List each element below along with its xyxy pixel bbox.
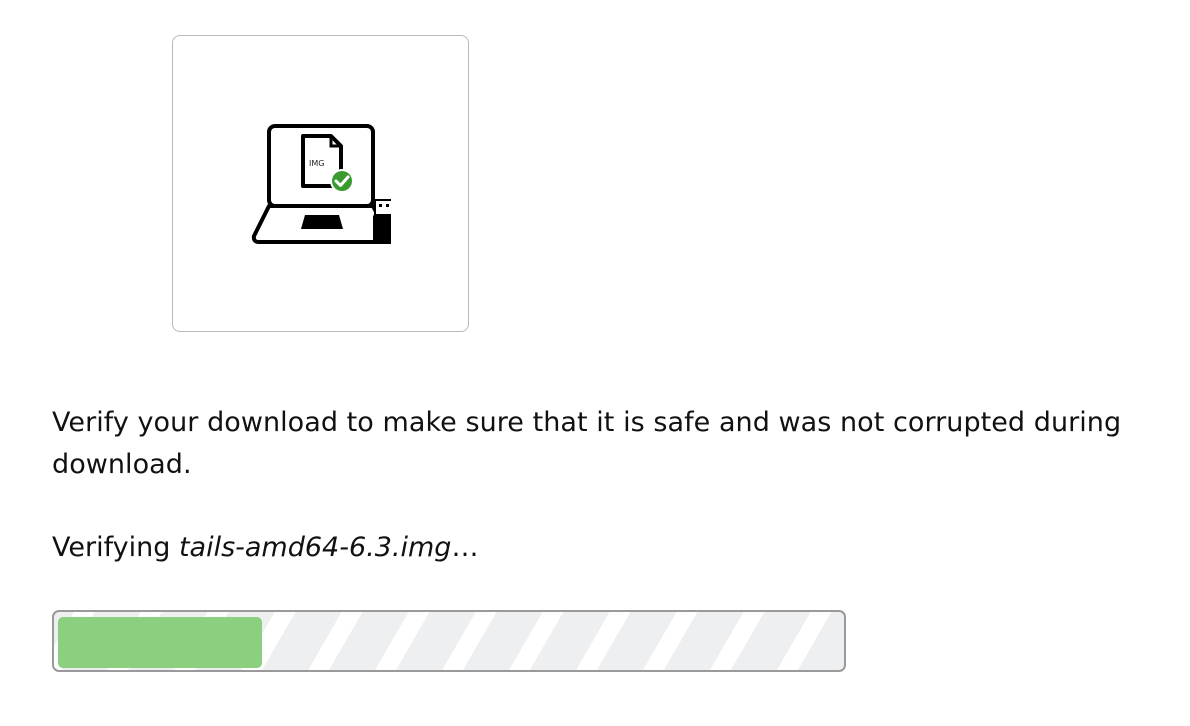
progress-bar-fill <box>58 617 262 668</box>
illustration-card: IMG <box>172 35 469 332</box>
status-ellipsis: … <box>451 532 479 563</box>
status-prefix: Verifying <box>52 532 179 563</box>
verify-download-page: IMG Verify your download to make sure th… <box>0 0 1190 726</box>
verification-progress-bar <box>52 610 846 672</box>
verifying-status: Verifying tails-amd64-6.3.img… <box>52 527 478 569</box>
usb-stick-icon <box>373 214 391 244</box>
status-filename: tails-amd64-6.3.img <box>178 532 452 563</box>
usb-connector-icon <box>374 199 391 216</box>
img-file-label: IMG <box>309 159 324 168</box>
laptop-verify-usb-icon: IMG <box>251 124 391 244</box>
trackpad-icon <box>301 215 343 229</box>
intro-text: Verify your download to make sure that i… <box>52 407 1122 480</box>
